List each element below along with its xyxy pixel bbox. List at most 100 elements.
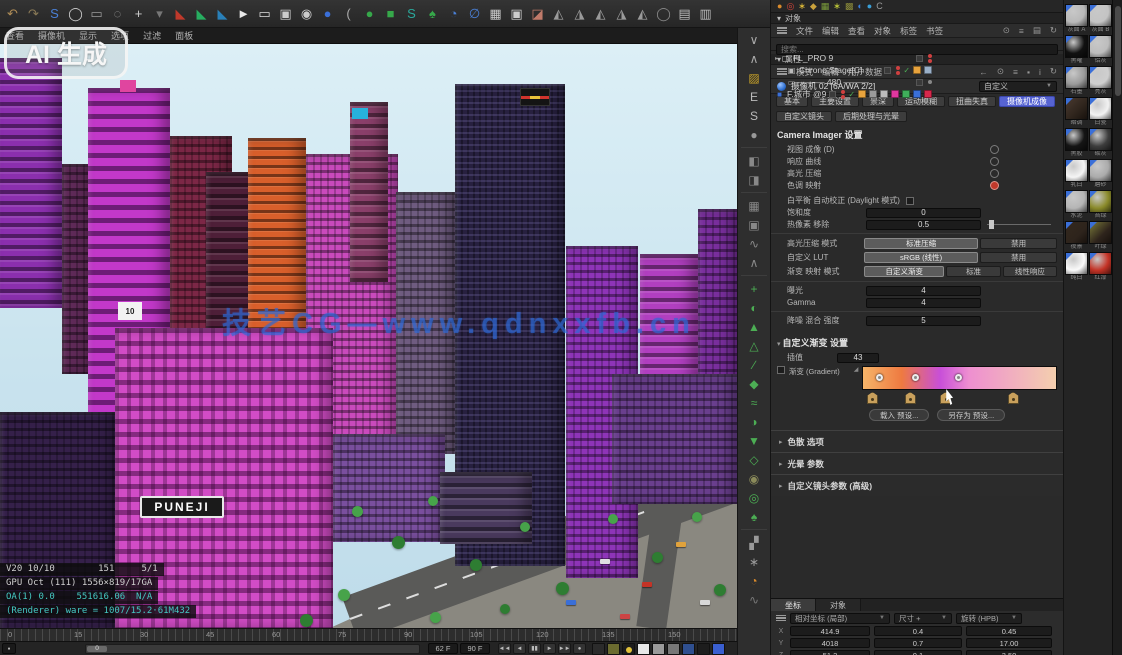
state-dots[interactable] — [896, 66, 900, 75]
visibility-toggle[interactable] — [916, 55, 923, 62]
object-row-1[interactable]: ▣Chrono.Stage[C]✓ — [771, 64, 936, 76]
toggle-circle[interactable] — [990, 181, 999, 190]
material-thumbnail[interactable] — [1065, 159, 1088, 182]
gradient-checkbox[interactable] — [777, 366, 785, 374]
attr-tab2-0[interactable]: 自定义镜头 — [776, 111, 832, 122]
viewport-menu-5[interactable]: 面板 — [175, 29, 193, 42]
state-dots[interactable] — [928, 80, 932, 84]
ring-icon[interactable]: ◎ — [742, 488, 766, 507]
viewport-menu-4[interactable]: 过滤 — [143, 29, 161, 42]
am-menu-icon-2[interactable]: ≡ — [1013, 67, 1018, 77]
material-item-13[interactable]: 苔绿 — [1089, 190, 1112, 220]
grid-green-icon[interactable]: ▦ — [821, 2, 830, 11]
om-menu-3[interactable]: 对象 — [874, 25, 891, 37]
gradient-bar[interactable] — [862, 366, 1057, 390]
viewport-3d[interactable]: 10PUNEJI 技艺CG—www.qdnxxfb.cn V20 10/10 1… — [0, 44, 737, 628]
om-menu-1[interactable]: 编辑 — [822, 25, 839, 37]
right-scrollbar[interactable] — [1112, 0, 1122, 655]
menu-burger-icon[interactable] — [776, 615, 786, 622]
halfmoon-2-icon[interactable]: ◑ — [742, 412, 766, 431]
coord-size-Z[interactable]: 0.1 — [874, 650, 962, 655]
material-swatch-0[interactable] — [592, 643, 605, 655]
menu-burger-icon[interactable] — [777, 27, 787, 34]
segment-option-1[interactable]: 禁用 — [980, 252, 1057, 263]
collapsed-section-2[interactable]: ▸自定义镜头参数 (高级) — [771, 474, 1063, 496]
coord-rot-Z[interactable]: 3.50 — [966, 650, 1052, 655]
material-item-10[interactable]: 乳白 — [1065, 159, 1088, 189]
segment-option-1[interactable]: 标准 — [946, 266, 1000, 277]
move-tool-icon[interactable]: + — [129, 3, 148, 25]
edge-mode-icon[interactable]: E — [742, 87, 766, 106]
sphere-gray-icon[interactable]: ◯ — [654, 3, 673, 25]
ripple-icon[interactable]: ≈ — [742, 393, 766, 412]
segment-option-0[interactable]: 标准压缩 — [864, 238, 978, 249]
target-icon[interactable]: ◎ — [786, 2, 794, 11]
tag-chip-4[interactable] — [902, 90, 910, 98]
sun-icon[interactable]: ● — [777, 2, 782, 11]
om-menu-4[interactable]: 标签 — [900, 25, 917, 37]
disable-icon[interactable]: ∅ — [465, 3, 484, 25]
coord-size-X[interactable]: 0.4 — [874, 626, 962, 636]
terrain-icon[interactable]: ▞ — [742, 533, 766, 552]
size-mode-select[interactable]: 尺寸 + ▼ — [894, 613, 952, 624]
coord-size-Y[interactable]: 0.7 — [874, 638, 962, 648]
vegetation-icon[interactable]: ♠ — [423, 3, 442, 25]
target-olive-icon[interactable]: ◉ — [742, 469, 766, 488]
tool-dropdown-icon[interactable]: ▾ — [150, 3, 169, 25]
attr-tab2-1[interactable]: 后期处理与光晕 — [835, 111, 907, 122]
coordinate-mode-select[interactable]: 相对坐标 (局部) ▼ — [790, 613, 890, 624]
prev-frame-button[interactable]: ◄ — [513, 643, 526, 654]
cursor-tool-icon[interactable]: ► — [234, 3, 253, 25]
leaf-icon[interactable]: ♠ — [742, 507, 766, 526]
eraser-icon[interactable]: ◪ — [528, 3, 547, 25]
tag-chip-3[interactable] — [891, 90, 899, 98]
gradient-marker-2[interactable] — [955, 374, 962, 381]
value-field[interactable]: 4 — [866, 298, 981, 308]
toggle-circle[interactable] — [990, 169, 999, 178]
material-item-2[interactable]: 黑曜 — [1065, 35, 1088, 65]
am-menu-icon-4[interactable]: i — [1039, 67, 1041, 77]
am-menu-icon-0[interactable]: ← — [979, 67, 988, 77]
object-row-0[interactable]: ▸▢FL_PRO 9 — [771, 52, 936, 64]
scrollbar-thumb[interactable] — [1115, 6, 1121, 96]
am-menu-icon-1[interactable]: ⊙ — [997, 66, 1004, 77]
material-item-4[interactable]: 石墨 — [1065, 66, 1088, 96]
object-row-2[interactable]: ▭——— 480 ——— — [771, 76, 936, 88]
collapse-up-icon[interactable]: ∧ — [742, 49, 766, 68]
attr-tab-4[interactable]: 扭曲失真 — [948, 96, 996, 107]
badge-icon-0[interactable] — [913, 66, 921, 74]
material-swatch-2[interactable] — [622, 643, 635, 655]
paint-icon[interactable]: ▨ — [742, 68, 766, 87]
value-field[interactable]: 4 — [866, 286, 981, 296]
pen-icon[interactable]: ∕ — [742, 355, 766, 374]
spline-pen-icon[interactable]: S — [402, 3, 421, 25]
value-slider[interactable] — [987, 224, 1051, 225]
wave-tool-icon[interactable]: ∿ — [742, 234, 766, 253]
sphere-primitive-icon[interactable]: ● — [318, 3, 337, 25]
enabled-check-icon[interactable]: ✓ — [848, 90, 855, 99]
tag-chip-1[interactable] — [869, 90, 877, 98]
interpolation-field[interactable]: 43 — [837, 353, 879, 363]
segment-option-1[interactable]: 禁用 — [980, 238, 1057, 249]
timeline-power-slider[interactable]: 0 — [85, 644, 420, 654]
toggle-circle[interactable] — [990, 145, 999, 154]
redo-icon[interactable]: ↷ — [24, 3, 43, 25]
material-item-7[interactable]: 白瓷 — [1089, 97, 1112, 127]
character-1-icon[interactable]: ◭ — [549, 3, 568, 25]
rotation-mode-select[interactable]: 旋转 (HPB) ▼ — [956, 613, 1022, 624]
material-item-17[interactable]: 红漆 — [1089, 252, 1112, 282]
material-thumbnail[interactable] — [1089, 159, 1112, 182]
tag-chip-6[interactable] — [924, 90, 932, 98]
coord-pos-Z[interactable]: 51.2 — [790, 650, 870, 655]
halfmoon-icon[interactable]: ◐ — [742, 298, 766, 317]
scatter-icon[interactable]: ∗ — [742, 552, 766, 571]
tag-chip-0[interactable] — [858, 90, 866, 98]
material-thumbnail[interactable] — [1065, 128, 1088, 151]
gradient-marker-1[interactable] — [912, 374, 919, 381]
am-menu-icon-3[interactable]: ▪ — [1027, 67, 1030, 77]
segment-option-0[interactable]: sRGB (线性) — [864, 252, 978, 263]
material-thumbnail[interactable] — [1089, 4, 1112, 27]
timeline-ruler[interactable]: 0153045607590105120135150 — [0, 628, 737, 641]
diamond-outline-icon[interactable]: ◇ — [742, 450, 766, 469]
power-slider-handle[interactable]: 0 — [87, 646, 107, 652]
